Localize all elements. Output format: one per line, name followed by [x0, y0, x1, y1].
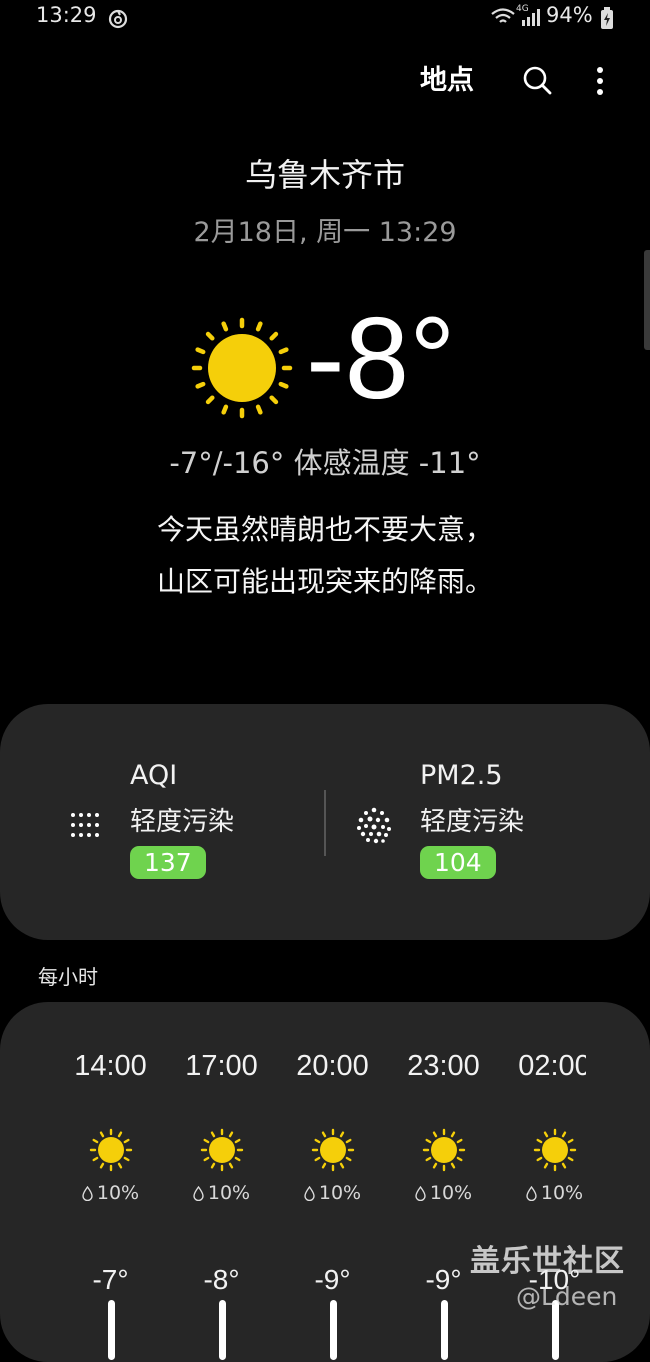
temperature-range-feels-like: -7°/-16° 体感温度 -11° — [169, 446, 481, 480]
aqi-block: AQI 轻度污染 137 — [130, 760, 350, 879]
temperature-graph-bar — [219, 1300, 226, 1360]
current-date: 2月18日, 周一 13:29 — [193, 217, 457, 248]
aqi-title: AQI — [130, 760, 178, 791]
hourly-temperature: -9° — [314, 1264, 351, 1295]
hourly-forecast-list[interactable]: 14:00 10% -7° 17:00 10% -8° 20:00 10% -9° 23:00 10… — [0, 1002, 586, 1362]
status-time: 13:29 — [36, 3, 97, 27]
precipitation-value: 10% — [540, 1182, 584, 1204]
sunny-icon — [422, 1128, 466, 1172]
sun-ray — [205, 331, 215, 341]
sunny-icon — [311, 1128, 355, 1172]
precipitation-value: 10% — [96, 1182, 140, 1204]
aqi-level: 轻度污染 — [130, 807, 235, 837]
precipitation-chance: 10% — [499, 1182, 586, 1204]
battery-percent: 94% — [546, 3, 593, 27]
pm25-title: PM2.5 — [420, 760, 503, 791]
temperature-graph-bar — [441, 1300, 448, 1360]
air-quality-card[interactable]: AQI 轻度污染 137 PM2.5 轻度污染 104 — [0, 704, 650, 940]
precipitation-chance: 10% — [388, 1182, 499, 1204]
hourly-time: 23:00 — [407, 1050, 480, 1082]
precipitation-chance: 10% — [55, 1182, 166, 1204]
hourly-time: 20:00 — [296, 1050, 369, 1082]
sunny-icon — [533, 1128, 577, 1172]
status-bar: 13:29 4G 94% — [0, 0, 650, 34]
more-options-icon[interactable] — [588, 64, 612, 98]
description-line: 山区可能出现突来的降雨。 — [156, 565, 493, 598]
precipitation-value: 10% — [207, 1182, 251, 1204]
sun-ray — [221, 321, 229, 332]
sun-ray — [278, 381, 289, 389]
pm25-particles-icon — [357, 807, 391, 844]
hourly-time: 02:00 — [518, 1050, 586, 1082]
sunny-icon — [200, 1128, 244, 1172]
hourly-item: 17:00 10% -8° — [166, 1002, 277, 1362]
search-icon[interactable] — [521, 64, 553, 96]
raindrop-icon — [415, 1186, 426, 1201]
pm25-value-badge: 104 — [420, 846, 496, 879]
watermark-user: @Ldeen — [516, 1282, 618, 1311]
sun-ray — [255, 404, 263, 415]
precipitation-chance: 10% — [166, 1182, 277, 1204]
top-app-bar: 地点 — [0, 56, 650, 106]
precipitation-value: 10% — [429, 1182, 473, 1204]
description-line: 今天虽然晴朗也不要大意， — [156, 513, 493, 546]
precipitation-value: 10% — [318, 1182, 362, 1204]
aqi-dots-icon — [71, 813, 99, 837]
watermark-site: 盖乐世社区 — [470, 1244, 625, 1279]
hourly-temperature: -8° — [203, 1264, 240, 1295]
battery-charging-icon — [601, 7, 613, 29]
raindrop-icon — [526, 1186, 537, 1201]
divider — [324, 790, 326, 856]
hourly-item: 20:00 10% -9° — [277, 1002, 388, 1362]
raindrop-icon — [304, 1186, 315, 1201]
hourly-time: 14:00 — [74, 1050, 147, 1082]
scrollbar[interactable] — [644, 250, 650, 350]
sun-ray — [195, 347, 206, 355]
wifi-icon — [491, 8, 515, 23]
hourly-temperature: -7° — [92, 1264, 129, 1295]
raindrop-icon — [193, 1186, 204, 1201]
weather-description: 今天虽然晴朗也不要大意， 山区可能出现突来的降雨。 — [0, 504, 650, 608]
sun-ray — [221, 404, 229, 415]
sun-ray — [195, 381, 206, 389]
netease-music-icon — [108, 9, 128, 29]
temperature-graph-bar — [108, 1300, 115, 1360]
signal-icon — [522, 9, 540, 26]
sun-ray — [255, 321, 263, 332]
aqi-value-badge: 137 — [130, 846, 206, 879]
temperature-graph-bar — [330, 1300, 337, 1360]
locations-button[interactable]: 地点 — [420, 58, 474, 97]
sun-ray — [278, 347, 289, 355]
raindrop-icon — [82, 1186, 93, 1201]
hourly-item: 14:00 10% -7° — [55, 1002, 166, 1362]
hourly-time: 17:00 — [185, 1050, 258, 1082]
sun-ray — [205, 395, 215, 405]
sun-ray — [269, 395, 279, 405]
sunny-icon — [89, 1128, 133, 1172]
precipitation-chance: 10% — [277, 1182, 388, 1204]
pm25-block: PM2.5 轻度污染 104 — [420, 760, 640, 879]
hourly-section-label: 每小时 — [38, 965, 98, 989]
hourly-item: 23:00 10% -9° — [388, 1002, 499, 1362]
pm25-level: 轻度污染 — [420, 807, 525, 837]
city-name: 乌鲁木齐市 — [244, 156, 405, 194]
sunny-icon — [191, 317, 293, 419]
sun-ray — [269, 331, 279, 341]
current-temperature: -8° — [306, 293, 456, 423]
